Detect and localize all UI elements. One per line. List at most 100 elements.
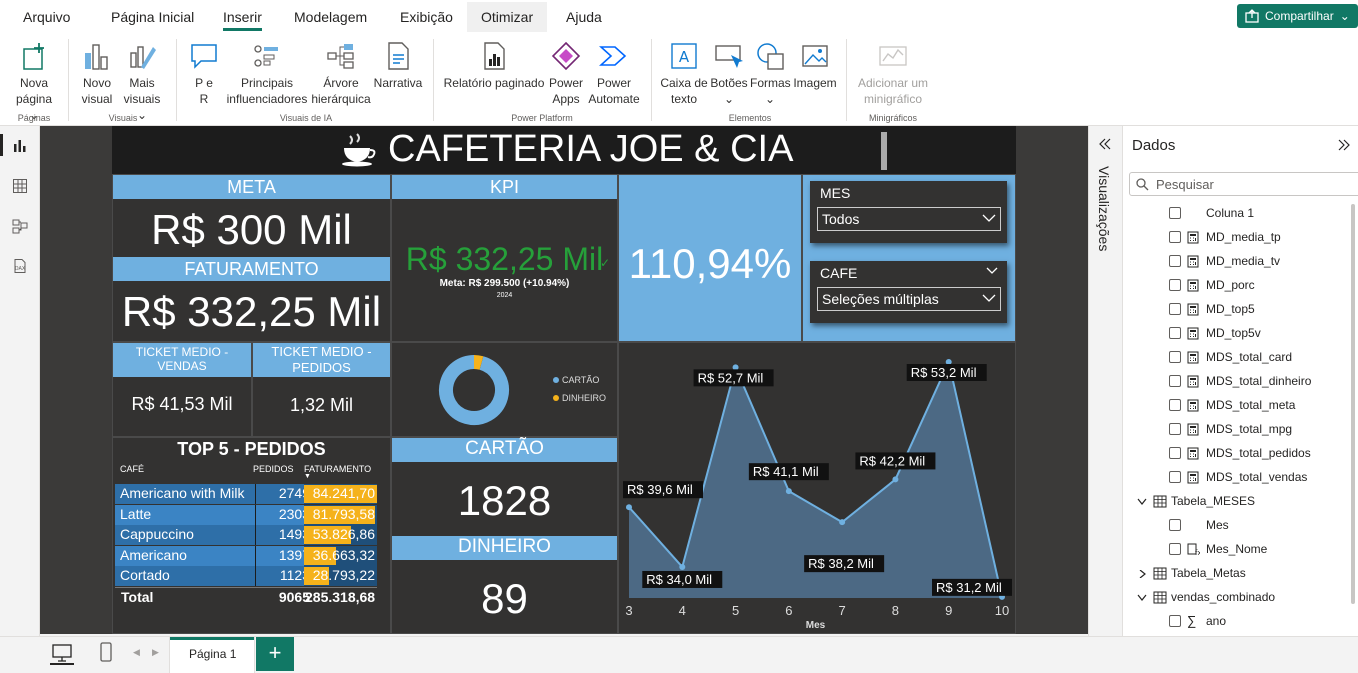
field-checkbox[interactable] <box>1169 447 1181 459</box>
table-view-icon[interactable] <box>12 178 28 194</box>
visualizations-label[interactable]: Visualizações <box>1096 166 1112 251</box>
menu-ajuda[interactable]: Ajuda <box>566 9 602 25</box>
decomposition-tree-button[interactable]: Árvore hierárquica <box>310 41 372 107</box>
key-influencers-button[interactable]: Principais influenciadores <box>226 41 308 107</box>
field-checkbox[interactable] <box>1169 327 1181 339</box>
prev-page-icon[interactable]: ◀ <box>133 647 140 658</box>
field-checkbox[interactable] <box>1169 519 1181 531</box>
field-item[interactable]: vendas_combinado <box>1123 586 1358 610</box>
field-item[interactable]: MDS_total_vendas <box>1123 466 1358 490</box>
field-checkbox[interactable] <box>1169 423 1181 435</box>
dax-query-view-icon[interactable]: DAX <box>12 258 28 274</box>
field-item[interactable]: MDS_total_dinheiro <box>1123 370 1358 394</box>
buttons-button[interactable]: Botões ⌄ <box>709 41 749 107</box>
menu-modelagem[interactable]: Modelagem <box>294 9 367 25</box>
field-list-scrollbar[interactable] <box>1351 204 1355 604</box>
mes-dropdown[interactable]: Todos <box>817 207 1001 231</box>
text-box-button[interactable]: A Caixa de texto <box>660 41 708 107</box>
field-item[interactable]: MDS_total_card <box>1123 346 1358 370</box>
data-point[interactable] <box>892 476 899 483</box>
new-page-button[interactable]: Nova página ⌄ <box>10 41 58 123</box>
field-item[interactable]: MDS_total_pedidos <box>1123 442 1358 466</box>
chevron-right-icon[interactable] <box>1137 570 1147 578</box>
field-checkbox[interactable] <box>1169 375 1181 387</box>
field-checkbox[interactable] <box>1169 543 1181 555</box>
col-pedidos[interactable]: PEDIDOS <box>253 464 294 474</box>
data-point[interactable] <box>839 519 846 526</box>
power-automate-label-2: Automate <box>588 92 640 106</box>
narrative-button[interactable]: Narrativa <box>372 41 424 91</box>
menu-inserir[interactable]: Inserir <box>223 9 262 31</box>
more-visuals-button[interactable]: Mais visuais ⌄ <box>118 41 166 123</box>
field-checkbox[interactable] <box>1169 471 1181 483</box>
data-point[interactable] <box>785 488 792 495</box>
table-row[interactable]: Cappuccino 1493 53.826,86 <box>115 525 377 545</box>
field-checkbox[interactable] <box>1169 615 1181 627</box>
desktop-layout-icon[interactable] <box>52 644 72 662</box>
table-row[interactable]: Americano with Milk 2749 84.241,70 <box>115 484 377 504</box>
new-visual-button[interactable]: Novo visual <box>78 41 116 107</box>
menu-otimizar[interactable]: Otimizar <box>467 2 548 32</box>
table-row[interactable]: Americano 1397 36.663,32 <box>115 545 377 566</box>
data-point[interactable] <box>679 563 686 570</box>
field-name: MD_media_tv <box>1206 254 1281 268</box>
power-automate-button[interactable]: Power Automate <box>586 41 642 107</box>
active-tab-indicator <box>170 637 254 640</box>
col-faturamento[interactable]: FATURAMENTO <box>304 464 371 474</box>
qa-button[interactable]: P e R <box>186 41 222 107</box>
table-row[interactable]: Latte 2303 81.793,58 <box>115 504 377 525</box>
page-tab-label: Página 1 <box>189 647 237 661</box>
menu-arquivo[interactable]: Arquivo <box>23 9 70 25</box>
sparkline-button[interactable]: Adicionar um minigráfico <box>852 41 934 107</box>
power-apps-button[interactable]: Power Apps <box>546 41 586 107</box>
dinheiro-header: DINHEIRO <box>392 536 617 560</box>
report-view-icon[interactable] <box>12 138 28 154</box>
paginated-report-button[interactable]: Relatório paginado <box>442 41 546 91</box>
field-checkbox[interactable] <box>1169 207 1181 219</box>
image-button[interactable]: Imagem <box>792 41 838 91</box>
field-checkbox[interactable] <box>1169 399 1181 411</box>
col-cafe[interactable]: CAFÉ <box>120 464 144 474</box>
total-pedidos: 9065 <box>278 589 310 605</box>
field-checkbox[interactable] <box>1169 231 1181 243</box>
svg-text:R$ 31,2 Mil: R$ 31,2 Mil <box>936 580 1002 595</box>
share-button[interactable]: Compartilhar ⌄ <box>1237 4 1358 28</box>
search-input[interactable]: Pesquisar <box>1129 172 1358 196</box>
decomposition-tree-label-2: hierárquica <box>311 92 371 106</box>
mobile-layout-icon[interactable] <box>99 642 113 662</box>
add-page-button[interactable]: + <box>256 637 294 671</box>
field-item[interactable]: MD_media_tp <box>1123 226 1358 250</box>
cafe-dropdown[interactable]: Seleções múltiplas <box>817 287 1001 311</box>
collapse-pane-icon[interactable] <box>1337 139 1351 151</box>
group-elementos: Elementos <box>728 113 772 123</box>
field-item[interactable]: fx Mes_Nome <box>1123 538 1358 562</box>
chevron-down-icon[interactable] <box>1137 594 1147 602</box>
expand-pane-icon[interactable] <box>1098 138 1112 150</box>
field-item[interactable]: MDS_total_mpg <box>1123 418 1358 442</box>
menu-exibicao[interactable]: Exibição <box>400 9 453 25</box>
kpi-header: KPI <box>392 175 617 199</box>
field-checkbox[interactable] <box>1169 351 1181 363</box>
model-view-icon[interactable] <box>12 218 28 234</box>
field-item[interactable]: Tabela_Metas <box>1123 562 1358 586</box>
data-point[interactable] <box>626 504 632 511</box>
field-item[interactable]: MD_top5 <box>1123 298 1358 322</box>
field-item[interactable]: MDS_total_meta <box>1123 394 1358 418</box>
field-checkbox[interactable] <box>1169 303 1181 315</box>
page-tab-1[interactable]: Página 1 <box>169 637 255 673</box>
menu-pagina-inicial[interactable]: Página Inicial <box>111 9 194 25</box>
chevron-down-icon[interactable] <box>1137 498 1147 506</box>
field-checkbox[interactable] <box>1169 255 1181 267</box>
field-item[interactable]: ∑ ano <box>1123 610 1358 634</box>
field-item[interactable]: MD_porc <box>1123 274 1358 298</box>
field-item[interactable]: Tabela_MESES <box>1123 490 1358 514</box>
table-row[interactable]: Cortado 1123 28.793,22 <box>115 566 377 586</box>
field-item[interactable]: MD_top5v <box>1123 322 1358 346</box>
chevron-down-icon[interactable] <box>986 267 998 275</box>
next-page-icon[interactable]: ▶ <box>152 647 159 658</box>
field-item[interactable]: MD_media_tv <box>1123 250 1358 274</box>
field-item[interactable]: Mes <box>1123 514 1358 538</box>
shapes-button[interactable]: Formas ⌄ <box>750 41 791 107</box>
field-checkbox[interactable] <box>1169 279 1181 291</box>
field-item[interactable]: Coluna 1 <box>1123 202 1358 226</box>
